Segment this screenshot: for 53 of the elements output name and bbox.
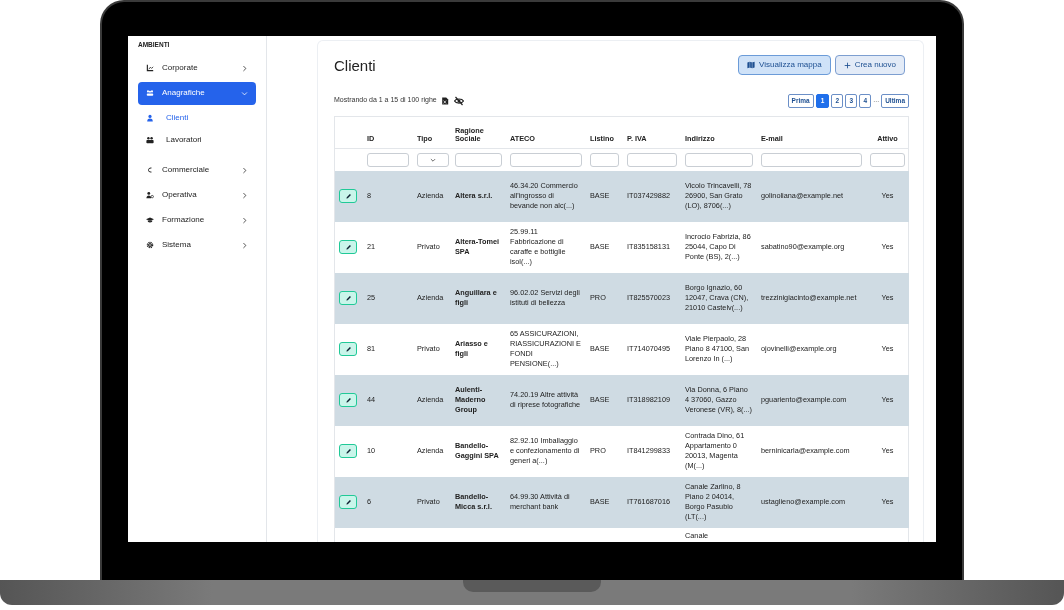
edit-button[interactable] [339, 393, 357, 407]
pencil-icon [344, 192, 352, 200]
chevron-down-icon [241, 89, 248, 97]
eye-slash-icon [452, 95, 465, 106]
pencil-icon [344, 345, 352, 353]
gear-icon [146, 241, 154, 250]
people-icon [146, 135, 154, 144]
graduation-cap-icon [146, 216, 154, 225]
person-icon [146, 113, 154, 122]
edit-button[interactable] [339, 189, 357, 203]
map-button[interactable]: Visualizza mappa [738, 55, 831, 75]
filter-field[interactable] [685, 152, 753, 167]
excel-file-icon [440, 95, 449, 106]
chevron-down-icon [430, 156, 436, 163]
pencil-icon [344, 243, 352, 251]
chart-icon [146, 64, 154, 73]
filter-field[interactable] [627, 152, 677, 167]
pencil-icon [344, 447, 352, 455]
sidebar-subitem[interactable]: Clienti [138, 106, 256, 129]
filter-field[interactable] [870, 152, 905, 167]
pencil-icon [344, 396, 352, 404]
sidebar-item[interactable]: Anagrafiche [138, 81, 256, 105]
people-icon [146, 89, 154, 98]
person-gear-icon [146, 191, 154, 200]
coin-icon [146, 166, 154, 175]
sidebar-item[interactable]: Sistema [138, 233, 256, 257]
filter-field[interactable] [761, 152, 862, 167]
page-title: Clienti [334, 56, 376, 76]
chevron-right-icon [241, 216, 248, 224]
edit-button[interactable] [339, 495, 357, 509]
pencil-icon [344, 498, 352, 506]
filter-field[interactable] [367, 152, 409, 167]
chevron-right-icon [241, 241, 248, 249]
edit-button[interactable] [339, 342, 357, 356]
map-icon [747, 61, 756, 69]
edit-button[interactable] [339, 291, 357, 305]
plus-icon [843, 61, 851, 69]
sidebar-subitem[interactable]: Lavoratori [138, 128, 256, 151]
filter-field[interactable] [590, 152, 619, 167]
chevron-right-icon [241, 64, 248, 72]
edit-button[interactable] [339, 240, 357, 254]
create-button[interactable]: Crea nuovo [834, 55, 905, 75]
chevron-right-icon [241, 191, 248, 199]
filter-dropdown[interactable] [417, 152, 449, 167]
chevron-right-icon [241, 166, 248, 174]
filter-field[interactable] [455, 152, 502, 167]
sidebar-item[interactable]: Operativa [138, 183, 256, 207]
filter-field[interactable] [510, 152, 582, 167]
sidebar-item[interactable]: Commerciale [138, 158, 256, 182]
pencil-icon [344, 294, 352, 302]
sidebar-item[interactable]: Corporate [138, 56, 256, 80]
edit-button[interactable] [339, 444, 357, 458]
sidebar-item[interactable]: Formazione [138, 208, 256, 232]
